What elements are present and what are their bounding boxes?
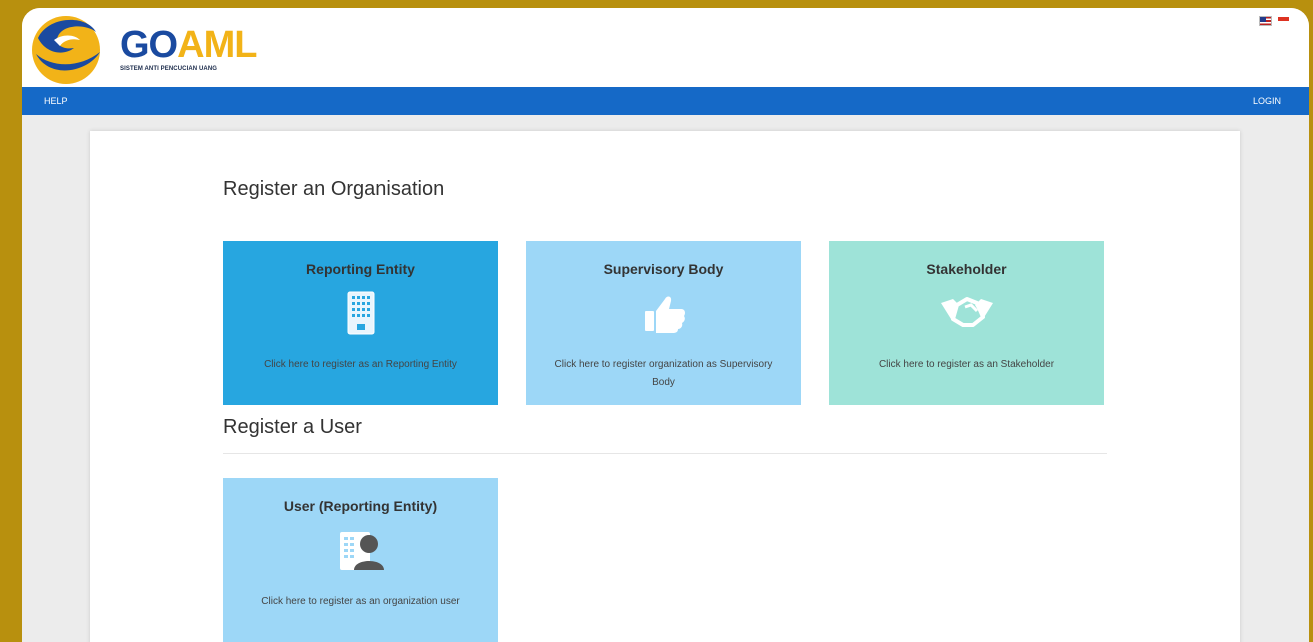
login-link[interactable]: LOGIN <box>1253 96 1281 106</box>
brand-block: GOAML SISTEM ANTI PENCUCIAN UANG <box>120 24 257 72</box>
brand-name-go: GO <box>120 24 178 66</box>
reporting-entity-description: Click here to register as an Reporting E… <box>264 359 457 370</box>
thumbs-up-icon <box>644 296 685 333</box>
app-window: GOAML SISTEM ANTI PENCUCIAN UANG HELP LO… <box>22 8 1309 642</box>
brand-name-aml: AML <box>177 24 257 66</box>
top-navbar: HELP LOGIN <box>22 87 1309 115</box>
registration-panel: Register an Organisation Reporting Entit… <box>90 131 1240 642</box>
handshake-icon <box>940 297 993 327</box>
user-reporting-entity-description: Click here to register as an organizatio… <box>261 596 460 607</box>
user-reporting-entity-card[interactable]: User (Reporting Entity) Click here to re… <box>223 478 498 642</box>
section-divider <box>223 453 1107 454</box>
brand-tagline: SISTEM ANTI PENCUCIAN UANG <box>120 66 218 72</box>
stakeholder-title: Stakeholder <box>926 261 1007 277</box>
user-profile-icon <box>339 532 384 570</box>
building-icon <box>347 291 374 335</box>
register-organisation-heading: Register an Organisation <box>223 178 445 200</box>
brand-name: GOAML <box>120 24 257 66</box>
indonesia-flag-icon[interactable] <box>1278 17 1289 25</box>
goaml-logo-icon <box>32 16 100 84</box>
language-switcher <box>1259 16 1289 26</box>
header: GOAML SISTEM ANTI PENCUCIAN UANG <box>22 8 1309 87</box>
stakeholder-card[interactable]: Stakeholder Click here to register as an… <box>829 241 1104 405</box>
register-user-heading: Register a User <box>223 416 362 438</box>
stakeholder-description: Click here to register as an Stakeholder <box>878 359 1055 370</box>
supervisory-body-description: Click here to register organization as S… <box>554 359 773 388</box>
help-link[interactable]: HELP <box>44 96 68 106</box>
reporting-entity-card[interactable]: Reporting Entity Click here to register … <box>223 241 498 405</box>
english-flag-icon[interactable] <box>1259 16 1272 26</box>
reporting-entity-title: Reporting Entity <box>306 261 415 277</box>
user-reporting-entity-title: User (Reporting Entity) <box>283 498 438 514</box>
supervisory-body-card[interactable]: Supervisory Body Click here to register … <box>526 241 801 405</box>
supervisory-body-title: Supervisory Body <box>603 261 724 277</box>
